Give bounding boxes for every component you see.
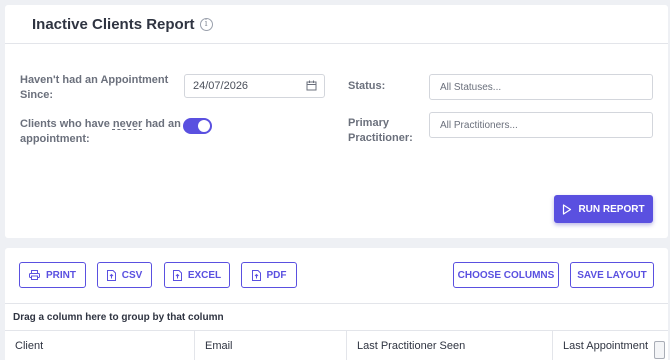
csv-button[interactable]: CSV <box>97 262 152 288</box>
since-date-value: 24/07/2026 <box>193 80 249 92</box>
print-label: PRINT <box>46 269 76 281</box>
since-date-input[interactable]: 24/07/2026 <box>184 74 325 98</box>
since-label-line1: Haven't had an Appointment <box>20 74 169 86</box>
run-report-button[interactable]: RUN REPORT <box>554 195 653 223</box>
info-icon[interactable]: i <box>199 17 213 31</box>
choose-columns-label: CHOOSE COLUMNS <box>457 269 555 281</box>
report-filters-panel: Inactive Clients Report i Haven't had an… <box>5 5 668 238</box>
never-label-line2: appointment: <box>20 133 90 145</box>
column-header-last-practitioner[interactable]: Last Practitioner Seen <box>347 331 553 360</box>
since-label: Haven't had an Appointment Since: <box>20 73 168 103</box>
file-export-icon <box>251 269 261 281</box>
group-by-drop-zone[interactable]: Drag a column here to group by that colu… <box>5 304 668 331</box>
excel-label: EXCEL <box>187 269 222 281</box>
scrollbar-thumb[interactable] <box>654 341 665 359</box>
practitioner-select[interactable]: All Practitioners... <box>429 112 653 138</box>
file-export-icon <box>172 269 182 281</box>
toggle-knob <box>198 120 210 132</box>
report-header: Inactive Clients Report i <box>5 5 668 44</box>
pdf-label: PDF <box>266 269 287 281</box>
column-header-client[interactable]: Client <box>5 331 195 360</box>
column-header-last-appointment[interactable]: Last Appointment <box>553 331 668 360</box>
csv-label: CSV <box>121 269 143 281</box>
run-report-label: RUN REPORT <box>578 203 645 215</box>
printer-icon <box>29 270 40 280</box>
column-header-email[interactable]: Email <box>195 331 347 360</box>
results-grid: Drag a column here to group by that colu… <box>5 303 668 360</box>
never-label-prefix: Clients who have <box>20 118 113 130</box>
practitioner-label-line2: Practitioner: <box>348 132 413 144</box>
choose-columns-button[interactable]: CHOOSE COLUMNS <box>453 262 559 288</box>
status-select[interactable]: All Statuses... <box>429 74 653 100</box>
report-results-panel: PRINT CSV EXCEL PDF CHOOSE COLUMNS SAVE … <box>5 248 668 360</box>
page-title: Inactive Clients Report <box>32 15 195 33</box>
status-label: Status: <box>348 80 386 92</box>
save-layout-button[interactable]: SAVE LAYOUT <box>570 262 654 288</box>
grid-header-row: Client Email Last Practitioner Seen Last… <box>5 331 668 360</box>
print-button[interactable]: PRINT <box>19 262 86 288</box>
excel-button[interactable]: EXCEL <box>164 262 230 288</box>
status-select-value: All Statuses... <box>440 82 502 93</box>
practitioner-select-value: All Practitioners... <box>440 120 518 131</box>
practitioner-label: Primary Practitioner: <box>348 116 413 146</box>
calendar-icon[interactable] <box>306 80 317 91</box>
practitioner-label-line1: Primary <box>348 117 389 129</box>
pdf-button[interactable]: PDF <box>241 262 297 288</box>
never-appointment-toggle[interactable] <box>183 118 212 134</box>
never-label-suffix: had an <box>142 118 181 130</box>
play-outline-icon <box>563 203 572 215</box>
since-label-line2: Since: <box>20 89 54 101</box>
never-label: Clients who have never had an appointmen… <box>20 117 181 147</box>
file-export-icon <box>106 269 116 281</box>
save-layout-label: SAVE LAYOUT <box>577 269 647 281</box>
never-label-emphasis: never <box>112 118 143 130</box>
